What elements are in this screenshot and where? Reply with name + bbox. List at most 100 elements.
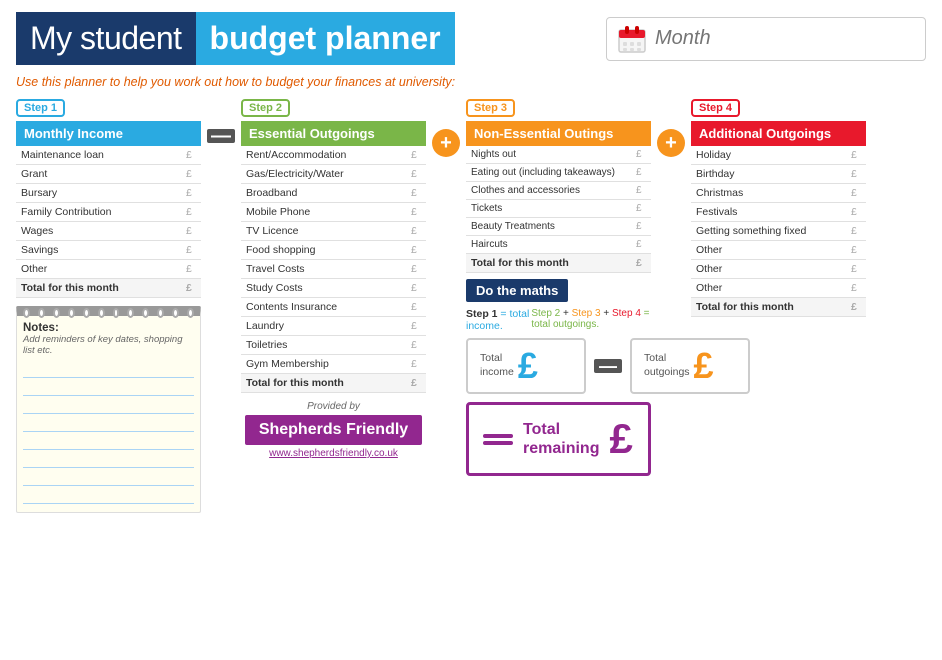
row-label: TV Licence (241, 222, 406, 241)
row-value[interactable]: £ (406, 241, 426, 260)
notes-line[interactable] (23, 380, 194, 396)
step1-table: Maintenance loan£Grant£Bursary£Family Co… (16, 146, 201, 298)
total-remaining-pound: £ (609, 415, 632, 463)
notes-line[interactable] (23, 362, 194, 378)
maths-right: Step 2 + Step 3 + Step 4 = total outgoin… (531, 308, 651, 332)
row-value[interactable]: £ (631, 218, 651, 236)
row-value[interactable]: £ (846, 165, 866, 184)
row-value[interactable]: £ (846, 279, 866, 298)
notes-line[interactable] (23, 488, 194, 504)
row-label: Travel Costs (241, 260, 406, 279)
table-row: TV Licence£ (241, 222, 426, 241)
minus-operator: — (207, 129, 235, 143)
row-value[interactable]: £ (181, 146, 201, 165)
row-value[interactable]: £ (406, 298, 426, 317)
row-label: Clothes and accessories (466, 182, 631, 200)
row-value[interactable]: £ (631, 200, 651, 218)
table-row: Festivals£ (691, 203, 866, 222)
step4-label: Step 4 (691, 99, 740, 117)
ring (98, 308, 105, 318)
row-label: Wages (16, 222, 181, 241)
notes-line[interactable] (23, 452, 194, 468)
table-row: Gas/Electricity/Water£ (241, 165, 426, 184)
table-row: Travel Costs£ (241, 260, 426, 279)
row-label: Other (16, 260, 181, 279)
notes-line[interactable] (23, 470, 194, 486)
row-value[interactable]: £ (846, 260, 866, 279)
row-value[interactable]: £ (846, 203, 866, 222)
row-label: Bursary (16, 184, 181, 203)
row-label: Gas/Electricity/Water (241, 165, 406, 184)
row-value[interactable]: £ (181, 222, 201, 241)
do-maths-section: Do the maths Step 1 = total income. Step… (466, 279, 651, 476)
main-layout: Step 1 Monthly Income Maintenance loan£G… (16, 99, 926, 513)
ring (187, 308, 194, 318)
total-value[interactable]: £ (181, 279, 201, 298)
row-value[interactable]: £ (406, 279, 426, 298)
row-value[interactable]: £ (846, 241, 866, 260)
total-row: Total for this month£ (16, 279, 201, 298)
row-value[interactable]: £ (406, 203, 426, 222)
row-value[interactable]: £ (406, 317, 426, 336)
ring (38, 308, 45, 318)
notes-line[interactable] (23, 416, 194, 432)
row-value[interactable]: £ (406, 222, 426, 241)
row-value[interactable]: £ (181, 203, 201, 222)
step4-header: Additional Outgoings (691, 121, 866, 146)
row-label: Contents Insurance (241, 298, 406, 317)
total-outgoings-box: Totaloutgoings £ (630, 338, 750, 394)
brand-url[interactable]: www.shepherdsfriendly.co.uk (269, 448, 398, 459)
total-outgoings-pound: £ (694, 348, 714, 384)
row-value[interactable]: £ (631, 164, 651, 182)
total-value[interactable]: £ (631, 254, 651, 273)
step1-label: Step 1 (16, 99, 65, 117)
notes-line[interactable] (23, 398, 194, 414)
notes-line[interactable] (23, 434, 194, 450)
row-value[interactable]: £ (181, 184, 201, 203)
row-value[interactable]: £ (406, 146, 426, 165)
ring (113, 308, 120, 318)
table-row: Gym Membership£ (241, 355, 426, 374)
row-value[interactable]: £ (406, 184, 426, 203)
month-input-wrapper[interactable] (606, 17, 926, 61)
row-value[interactable]: £ (181, 241, 201, 260)
row-value[interactable]: £ (181, 260, 201, 279)
step3-label: Step 3 (466, 99, 515, 117)
row-value[interactable]: £ (631, 146, 651, 164)
row-value[interactable]: £ (631, 236, 651, 254)
total-label: Total for this month (466, 254, 631, 273)
page: My student budget planner Use this plann… (0, 0, 942, 660)
row-value[interactable]: £ (846, 222, 866, 241)
row-value[interactable]: £ (181, 165, 201, 184)
step1-header: Monthly Income (16, 121, 201, 146)
ring (127, 308, 134, 318)
shepherds-block: Provided by Shepherds Friendly www.sheph… (241, 401, 426, 459)
table-row: Tickets£ (466, 200, 651, 218)
row-value[interactable]: £ (406, 260, 426, 279)
row-label: Festivals (691, 203, 846, 222)
step3-block: Step 3 Non-Essential Outings Nights out£… (466, 99, 651, 476)
row-value[interactable]: £ (406, 165, 426, 184)
row-label: Broadband (241, 184, 406, 203)
total-row: Total for this month£ (241, 374, 426, 393)
row-value[interactable]: £ (846, 184, 866, 203)
row-label: Gym Membership (241, 355, 406, 374)
row-label: Grant (16, 165, 181, 184)
row-value[interactable]: £ (406, 336, 426, 355)
brand-name: Shepherds Friendly (245, 415, 422, 445)
row-label: Family Contribution (16, 203, 181, 222)
total-value[interactable]: £ (406, 374, 426, 393)
month-input[interactable] (655, 27, 915, 50)
table-row: Bursary£ (16, 184, 201, 203)
row-value[interactable]: £ (846, 146, 866, 165)
notes-subtitle: Add reminders of key dates, shopping lis… (23, 334, 194, 356)
row-value[interactable]: £ (631, 182, 651, 200)
table-row: Mobile Phone£ (241, 203, 426, 222)
ring (157, 308, 164, 318)
plus-operator-2: + (657, 129, 685, 157)
table-row: Other£ (691, 241, 866, 260)
total-value[interactable]: £ (846, 298, 866, 317)
table-row: Family Contribution£ (16, 203, 201, 222)
row-value[interactable]: £ (406, 355, 426, 374)
row-label: Maintenance loan (16, 146, 181, 165)
